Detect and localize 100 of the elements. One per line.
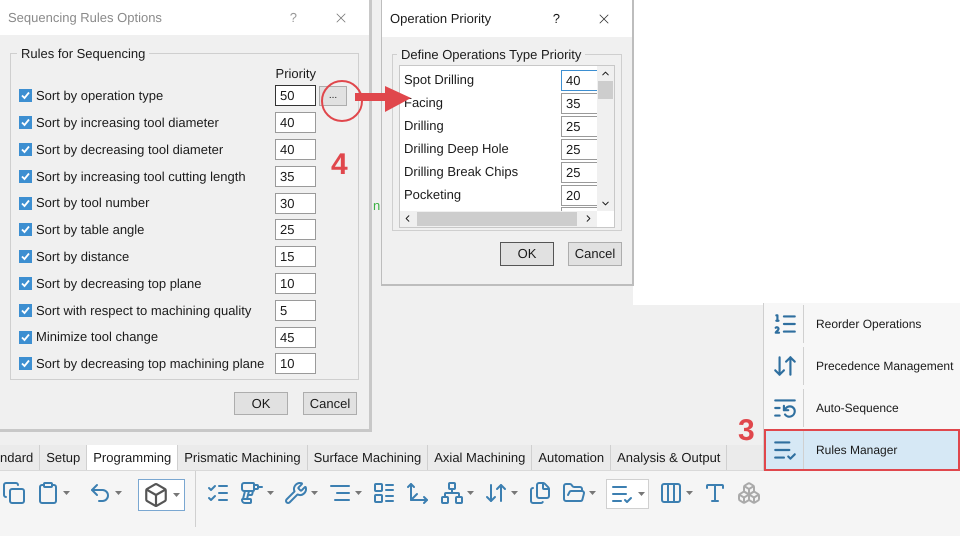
- priority-field[interactable]: 15: [275, 246, 316, 268]
- priority-field[interactable]: 35: [561, 92, 597, 114]
- operation-label: Pocketing: [404, 186, 462, 204]
- callout-number: 3: [738, 416, 755, 446]
- clipboard-icon[interactable]: [36, 481, 60, 505]
- column-header: Priority: [276, 64, 316, 82]
- caret-icon[interactable]: [267, 491, 274, 495]
- rule-label: Sort by increasing tool diameter: [36, 114, 219, 132]
- scroll-thumb[interactable]: [598, 80, 613, 98]
- rule-label: Sort by operation type: [36, 87, 164, 106]
- caret-icon[interactable]: [467, 491, 474, 495]
- menu-item-label: Reorder Operations: [816, 316, 922, 333]
- priority-field[interactable]: 20: [561, 184, 597, 206]
- scroll-thumb[interactable]: [417, 212, 577, 226]
- menu-item[interactable]: Rules Manager: [764, 429, 960, 471]
- list-check-button[interactable]: [606, 479, 649, 509]
- drill-icon[interactable]: [240, 481, 264, 505]
- horizontal-scrollbar[interactable]: [400, 210, 597, 226]
- background-text: n: [373, 197, 380, 215]
- menu-item[interactable]: Reorder Operations: [764, 303, 960, 345]
- caret-icon[interactable]: [589, 491, 596, 495]
- copy-icon[interactable]: [2, 481, 26, 505]
- rule-label: Sort by distance: [36, 248, 130, 266]
- caret-icon[interactable]: [63, 491, 70, 495]
- checkbox[interactable]: [19, 304, 32, 317]
- dialog-button[interactable]: Cancel: [568, 242, 622, 266]
- window-title: Sequencing Rules Options: [8, 8, 162, 27]
- menu-item[interactable]: Auto-Sequence: [764, 387, 960, 429]
- checkbox[interactable]: [19, 276, 32, 290]
- folder-icon[interactable]: [562, 481, 586, 505]
- caret-icon[interactable]: [686, 491, 693, 495]
- layout-list-icon[interactable]: [372, 481, 396, 505]
- vertical-scrollbar[interactable]: [597, 66, 614, 210]
- operation-label: Spot Drilling: [404, 71, 474, 90]
- priority-field[interactable]: 40: [275, 138, 316, 160]
- ribbon-tab[interactable]: ndard: [0, 445, 40, 470]
- axes-icon[interactable]: [406, 481, 430, 505]
- rule-label: Sort by decreasing top plane: [36, 274, 202, 293]
- operation-label: Drilling: [404, 117, 444, 136]
- network-icon[interactable]: [440, 481, 464, 505]
- caret-icon[interactable]: [511, 491, 518, 495]
- checkbox[interactable]: [19, 89, 32, 102]
- cube-button[interactable]: [138, 479, 185, 511]
- group-title: Rules for Sequencing: [20, 45, 146, 63]
- priority-field[interactable]: 10: [275, 272, 316, 294]
- checkbox[interactable]: [19, 142, 32, 156]
- menu-item-label: Rules Manager: [816, 442, 898, 459]
- priority-field[interactable]: 25: [561, 162, 597, 182]
- priority-field[interactable]: 10: [275, 353, 316, 374]
- priority-field[interactable]: 50: [275, 85, 316, 106]
- ribbon-tab[interactable]: Programming: [87, 445, 178, 470]
- files-icon[interactable]: [528, 481, 552, 505]
- priority-field[interactable]: 45: [275, 326, 316, 348]
- text-icon[interactable]: [703, 481, 727, 505]
- up-down-arrows-icon[interactable]: [484, 481, 508, 505]
- menu-item-label: Auto-Sequence: [816, 400, 899, 417]
- columns-icon[interactable]: [659, 481, 683, 505]
- checkbox[interactable]: [19, 330, 32, 344]
- priority-field[interactable]: 25: [275, 219, 316, 240]
- menu-item-label: Precedence Management: [816, 358, 954, 375]
- priority-field[interactable]: 5: [275, 300, 316, 321]
- checkbox[interactable]: [19, 170, 32, 183]
- priority-field[interactable]: 25: [561, 116, 597, 136]
- rule-label: Sort by increasing tool cutting length: [36, 168, 246, 186]
- window-title: Operation Priority: [390, 10, 492, 28]
- priority-field[interactable]: 30: [275, 192, 316, 214]
- cube-icon: [143, 482, 169, 508]
- rule-label: Sort by table angle: [36, 221, 144, 240]
- undo-icon[interactable]: [88, 481, 112, 505]
- operation-label: Drilling Deep Hole: [404, 140, 509, 158]
- caret-icon[interactable]: [355, 491, 362, 495]
- priority-field[interactable]: 40: [561, 70, 597, 90]
- highlight-circle: [320, 79, 364, 123]
- checkbox[interactable]: [19, 357, 32, 370]
- checkbox[interactable]: [19, 223, 32, 236]
- priority-field[interactable]: 25: [561, 138, 597, 160]
- details-button[interactable]: ...: [319, 86, 347, 106]
- boxes-icon[interactable]: [737, 481, 761, 505]
- dialog-button[interactable]: Cancel: [303, 392, 357, 415]
- priority-field[interactable]: 40: [275, 112, 316, 134]
- up-down-arrows-icon: [772, 353, 798, 379]
- checkbox[interactable]: [19, 250, 32, 264]
- caret-icon[interactable]: [311, 491, 318, 495]
- rule-label: Minimize tool change: [36, 328, 158, 346]
- menu-item[interactable]: Precedence Management: [764, 345, 960, 387]
- rule-label: Sort by tool number: [36, 194, 150, 212]
- group-title: Define Operations Type Priority: [400, 46, 582, 64]
- checkbox[interactable]: [19, 116, 32, 130]
- dialog-button[interactable]: OK: [234, 392, 288, 415]
- callout-number: 4: [331, 150, 348, 180]
- dialog-button[interactable]: OK: [500, 242, 554, 266]
- operation-label: Drilling Break Chips: [404, 163, 518, 182]
- priority-field[interactable]: 35: [275, 166, 316, 187]
- checkbox[interactable]: [19, 196, 32, 210]
- caret-icon[interactable]: [173, 493, 180, 497]
- caret-icon[interactable]: [638, 492, 645, 496]
- caret-icon[interactable]: [115, 491, 122, 495]
- rule-label: Sort by decreasing top machining plane: [36, 355, 264, 374]
- help-button[interactable]: ?: [552, 8, 560, 28]
- wrench-icon[interactable]: [284, 481, 308, 505]
